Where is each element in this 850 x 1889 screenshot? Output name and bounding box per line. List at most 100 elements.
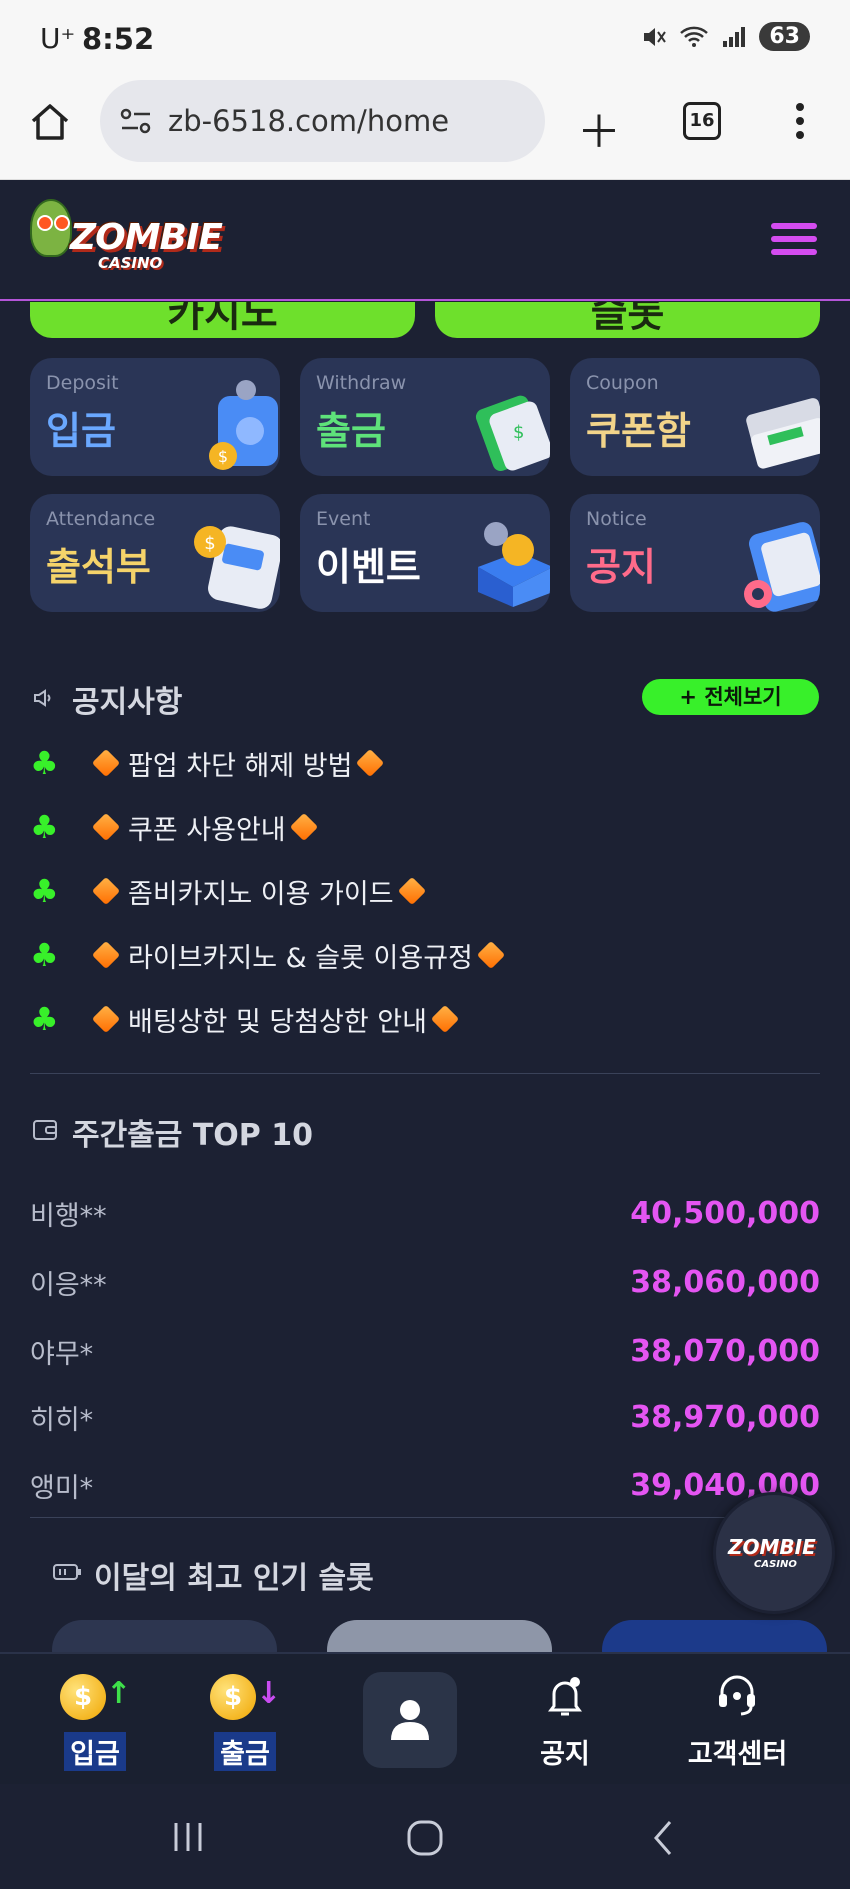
tab-switcher-button[interactable]: 16 [683, 102, 721, 140]
notice-text[interactable]: 좀비카지노 이용 가이드 [128, 872, 394, 911]
diamond-icon [91, 1004, 121, 1034]
signal-icon [723, 26, 746, 47]
card-en-label: Coupon [586, 372, 659, 394]
notice-card[interactable]: Notice 공지 [570, 494, 820, 612]
system-nav-bar [0, 1784, 850, 1889]
diamond-icon [91, 876, 121, 906]
card-ko-label: 출석부 [46, 545, 151, 589]
weekly-withdraw-title: 주간출금 TOP 10 [72, 1118, 313, 1153]
float-logo-text: ZOMBIE [728, 1535, 816, 1559]
down-arrow-icon: ↓ [256, 1676, 282, 1711]
nav-withdraw[interactable]: $ ↓ 출금 [180, 1654, 310, 1786]
cash-stack-icon: $ [475, 395, 550, 471]
notice-text[interactable]: 라이브카지노 & 슬롯 이용규정 [128, 936, 473, 975]
notice-item[interactable]: ♣ 배팅상한 및 당첨상한 안내 [30, 999, 467, 1039]
deposit-card[interactable]: Deposit 입금 $ [30, 358, 280, 476]
nav-profile-button[interactable] [363, 1672, 457, 1768]
battery-indicator: 63 [759, 22, 810, 51]
speaker-icon [34, 689, 51, 707]
diamond-icon [430, 1004, 460, 1034]
hamburger-menu-icon[interactable] [771, 223, 817, 259]
diamond-icon [91, 940, 121, 970]
withdraw-coin-icon: $ [210, 1674, 256, 1720]
ranking-row: 비행** 40,500,000 [30, 1188, 820, 1238]
ranking-row: 야무* 38,070,000 [30, 1326, 820, 1376]
ranking-name: 앵미* [30, 1472, 94, 1504]
gift-box-icon [478, 522, 550, 607]
ranking-row: 히히* 38,970,000 [30, 1392, 820, 1442]
notice-text[interactable]: 배팅상한 및 당첨상한 안내 [128, 1000, 427, 1039]
notice-item[interactable]: ♣ 라이브카지노 & 슬롯 이용규정 [30, 935, 513, 975]
float-logo-subtext: CASINO [754, 1559, 797, 1570]
ranking-amount: 40,500,000 [630, 1195, 820, 1231]
site-settings-icon[interactable] [118, 106, 154, 136]
diamond-icon [91, 748, 121, 778]
notice-text[interactable]: 팝업 차단 해제 방법 [128, 744, 352, 783]
ranking-amount: 38,060,000 [630, 1264, 820, 1300]
logo-subtext: CASINO [98, 254, 163, 272]
ranking-amount: 38,070,000 [630, 1333, 820, 1369]
slot-card[interactable] [327, 1620, 552, 1652]
notices-title: 공지사항 [72, 685, 183, 720]
site-header: ZOMBIE CASINO [0, 181, 850, 301]
withdraw-card[interactable]: Withdraw 출금 $ [300, 358, 550, 476]
coupon-card[interactable]: Coupon 쿠폰함 [570, 358, 820, 476]
card-en-label: Notice [586, 508, 647, 530]
view-all-button[interactable]: + 전체보기 [642, 679, 819, 715]
club-icon: ♣ [30, 936, 59, 974]
diamond-icon [397, 876, 426, 906]
slot-card[interactable] [52, 1620, 277, 1652]
notice-item[interactable]: ♣ 팝업 차단 해제 방법 [30, 743, 392, 783]
notice-item[interactable]: ♣ 쿠폰 사용안내 [30, 807, 326, 847]
nav-label: 고객센터 [687, 1739, 788, 1770]
back-icon[interactable] [648, 1818, 678, 1858]
nav-label: 입금 [64, 1732, 126, 1771]
category-casino-button[interactable]: 카지노 [30, 302, 415, 338]
bell-icon [548, 1677, 582, 1716]
nav-support[interactable]: 고객센터 [665, 1654, 810, 1786]
ranking-amount: 38,970,000 [630, 1399, 820, 1435]
ranking-name: 이응** [30, 1269, 107, 1301]
home-nav-icon[interactable] [405, 1818, 445, 1858]
browser-menu-button[interactable] [790, 100, 810, 144]
user-icon [391, 1700, 429, 1740]
url-text[interactable]: zb-6518.com/home [168, 104, 449, 138]
attendance-card[interactable]: Attendance 출석부 $ [30, 494, 280, 612]
popular-slots-title: 이달의 최고 인기 슬롯 [94, 1561, 374, 1596]
ranking-row: 앵미* 39,040,000 [30, 1460, 820, 1510]
status-bar: U⁺ 8:52 63 [0, 0, 850, 80]
notice-item[interactable]: ♣ 좀비카지노 이용 가이드 [30, 871, 434, 911]
coupon-ticket-icon [746, 398, 820, 469]
headset-icon [719, 1675, 755, 1716]
new-tab-button[interactable]: ＋ [577, 96, 621, 160]
notice-text[interactable]: 쿠폰 사용안내 [128, 808, 286, 847]
event-card[interactable]: Event 이벤트 [300, 494, 550, 612]
club-icon: ♣ [30, 872, 59, 910]
zombie-casino-logo[interactable]: ZOMBIE CASINO [30, 197, 235, 283]
up-arrow-icon: ↑ [106, 1676, 132, 1711]
category-label: 카지노 [167, 302, 278, 336]
section-divider [30, 1517, 820, 1518]
status-icons: 63 [641, 22, 810, 51]
ranking-name: 비행** [30, 1200, 107, 1232]
wallet-coin-icon: $ [209, 380, 278, 470]
deposit-coin-icon: $ [60, 1674, 106, 1720]
category-slot-button[interactable]: 슬롯 [435, 302, 820, 338]
nav-notice[interactable]: 공지 [500, 1654, 630, 1786]
slot-card[interactable] [602, 1620, 827, 1652]
carrier-label: U⁺ [40, 22, 76, 55]
floating-logo-button[interactable]: ZOMBIE CASINO [713, 1492, 835, 1614]
calendar-coin-icon: $ [194, 526, 280, 609]
nav-label: 출금 [214, 1732, 276, 1771]
slot-carousel[interactable] [0, 1620, 850, 1652]
card-ko-label: 쿠폰함 [586, 409, 691, 453]
svg-text:$: $ [513, 422, 524, 443]
ranking-name: 히히* [30, 1404, 94, 1436]
recent-apps-icon[interactable] [170, 1821, 206, 1853]
nav-deposit[interactable]: $ ↑ 입금 [30, 1654, 160, 1786]
diamond-icon [289, 812, 318, 842]
address-bar[interactable]: zb-6518.com/home [100, 80, 545, 162]
home-icon[interactable] [28, 100, 72, 144]
card-en-label: Withdraw [316, 372, 407, 394]
browser-toolbar: zb-6518.com/home ＋ 16 [0, 80, 850, 180]
